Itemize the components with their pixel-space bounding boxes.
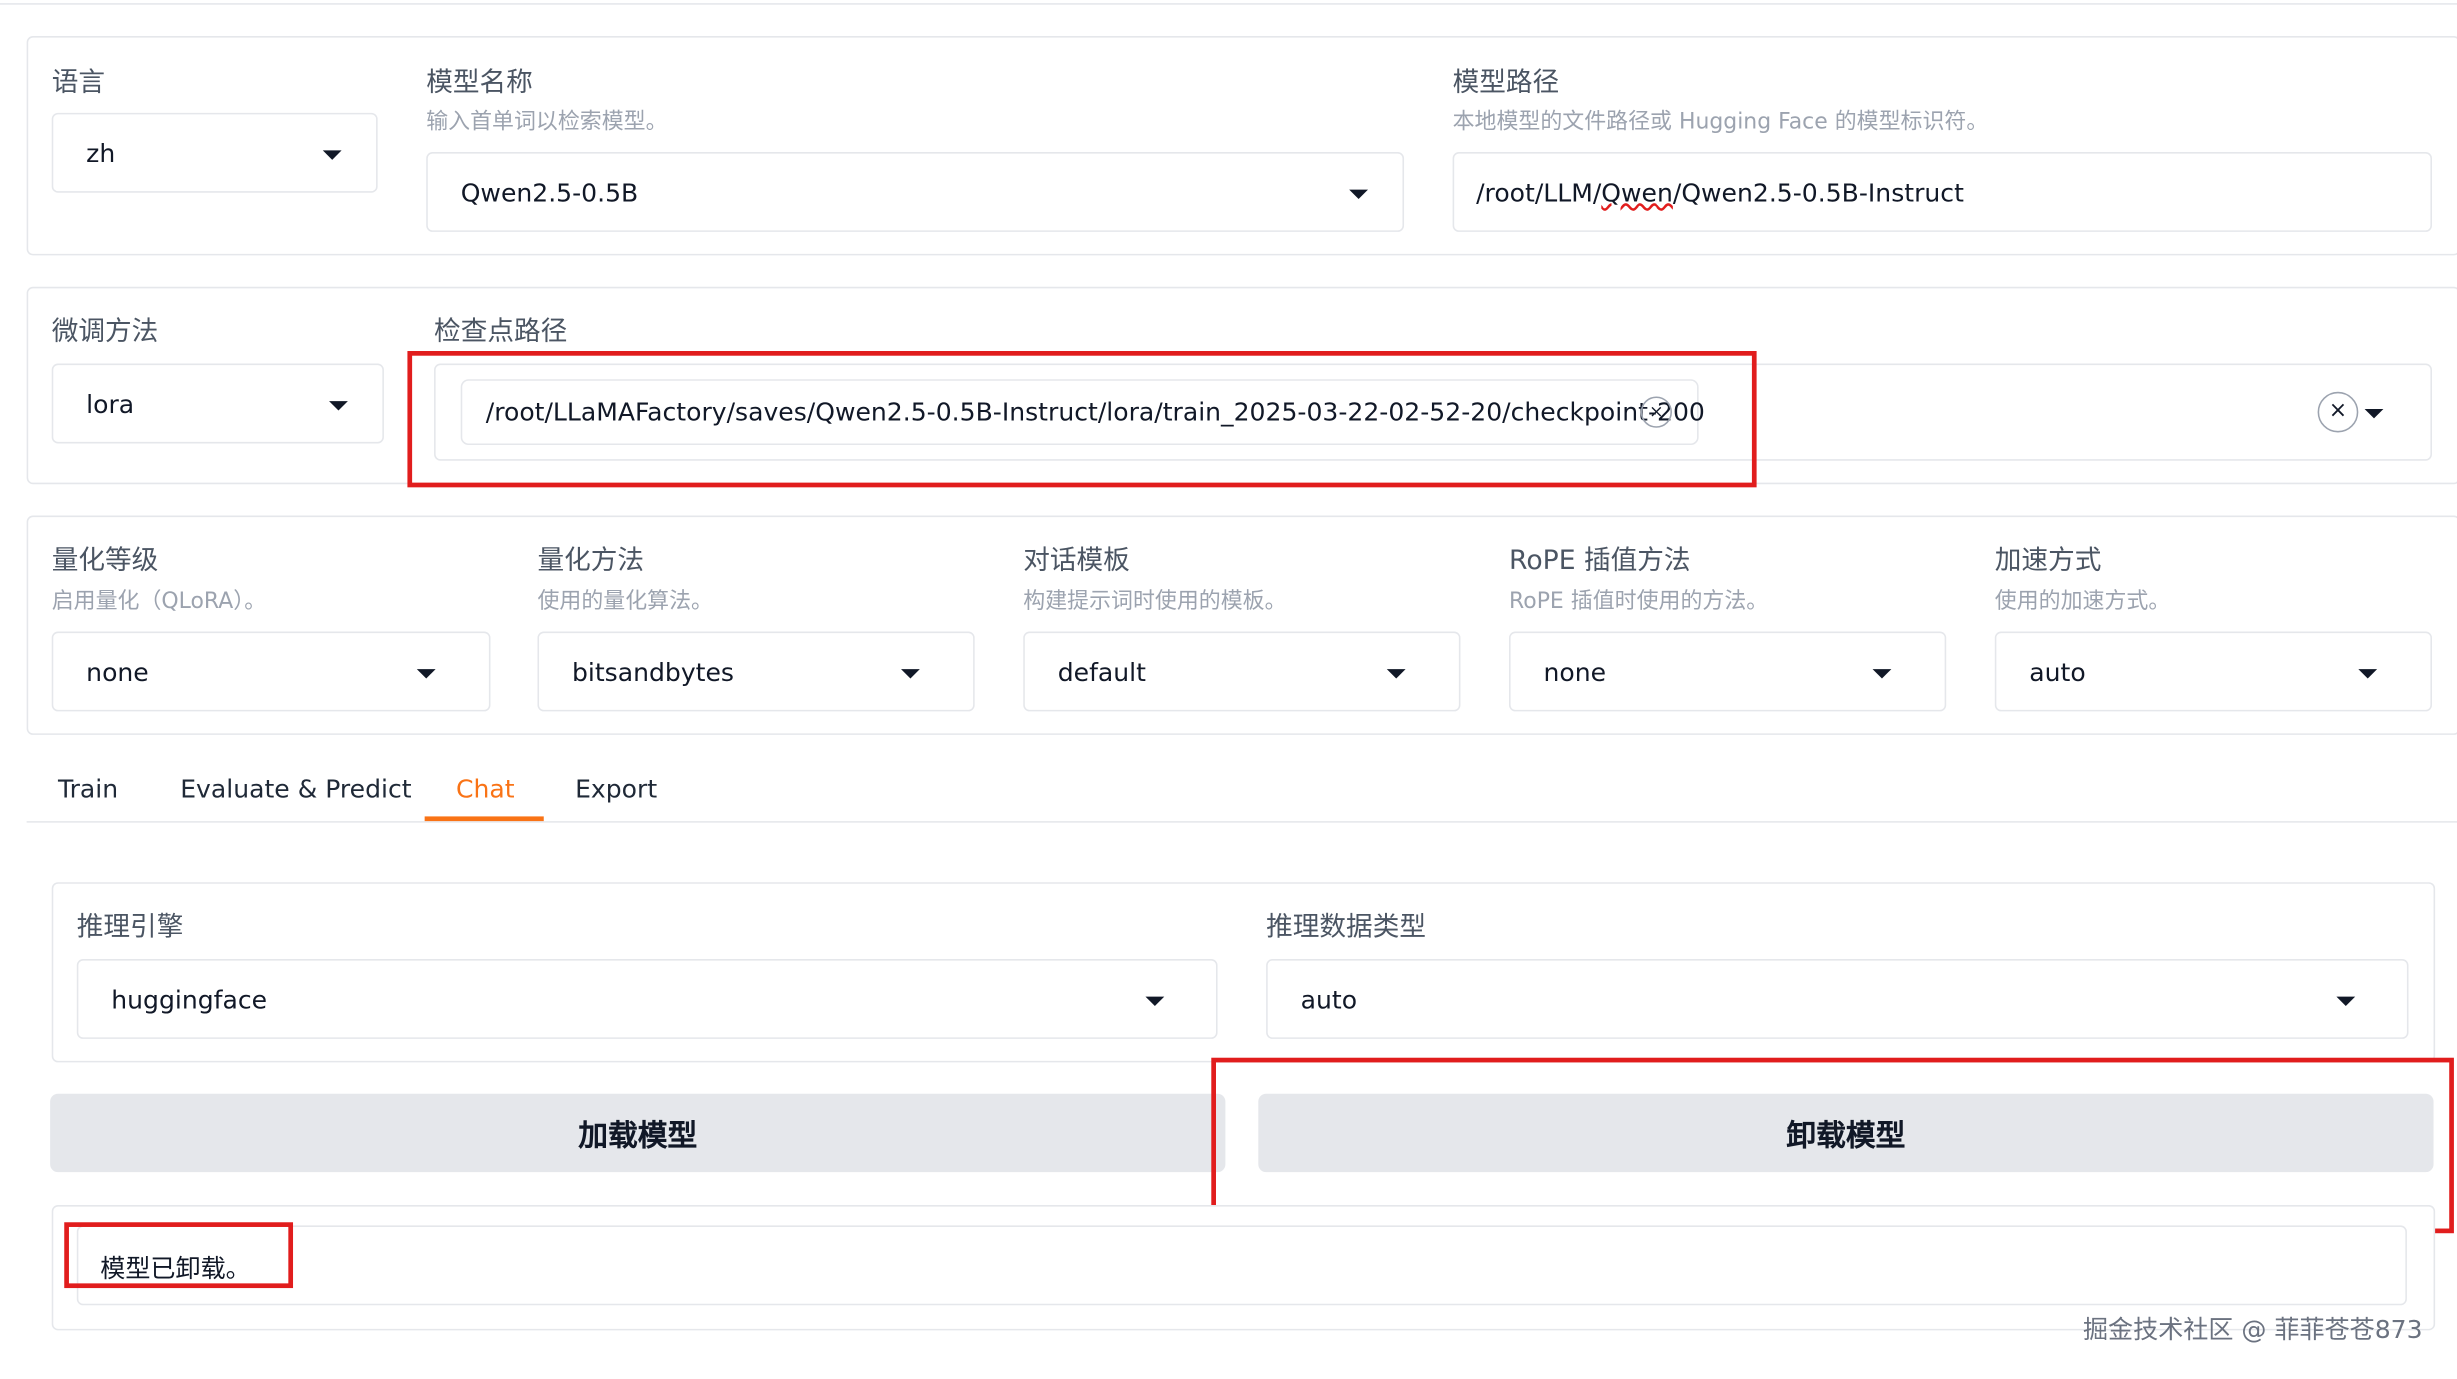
top-divider <box>0 3 2457 5</box>
model-name-value: Qwen2.5-0.5B <box>460 177 639 207</box>
quant-bit-value: none <box>86 656 149 687</box>
finetune-method-label: 微调方法 <box>51 316 159 348</box>
chevron-down-icon <box>1872 668 1892 678</box>
tab-bar: Train Evaluate & Predict Chat Export <box>26 765 2457 823</box>
quant-method-value: bitsandbytes <box>571 656 734 687</box>
template-hint: 构建提示词时使用的模板。 <box>1023 589 1287 615</box>
rope-label: RoPE 插值方法 <box>1509 545 1691 577</box>
infer-dtype-label: 推理数据类型 <box>1266 911 1426 944</box>
model-path-hint: 本地模型的文件路径或 Hugging Face 的模型标识符。 <box>1452 109 1989 135</box>
chevron-down-icon <box>1349 188 1368 199</box>
page: 语言 zh 模型名称 输入首单词以检索模型。 Qwen2.5-0.5B 模型路径… <box>0 0 2457 1379</box>
highlight-box-info <box>64 1222 294 1289</box>
chevron-down-icon <box>1145 995 1165 1006</box>
rope-hint: RoPE 插值时使用的方法。 <box>1509 589 1769 615</box>
model-path-value: /root/LLM/Qwen/Qwen2.5-0.5B-Instruct <box>1476 177 1964 207</box>
chevron-down-icon <box>2358 668 2378 678</box>
booster-dropdown[interactable]: auto <box>1994 631 2432 712</box>
finetune-method-dropdown[interactable]: lora <box>51 363 384 444</box>
quant-bit-dropdown[interactable]: none <box>51 631 491 712</box>
booster-value: auto <box>2029 656 2086 687</box>
language-dropdown[interactable]: zh <box>51 112 378 193</box>
infer-dtype-value: auto <box>1300 984 1358 1014</box>
quant-bit-label: 量化等级 <box>51 545 159 577</box>
tab-evaluate-predict[interactable]: Evaluate & Predict <box>180 774 411 804</box>
quant-method-label: 量化方法 <box>537 545 645 577</box>
load-model-button[interactable]: 加载模型 <box>50 1093 1226 1173</box>
quant-method-dropdown[interactable]: bitsandbytes <box>537 631 975 712</box>
tab-chat[interactable]: Chat <box>456 774 515 804</box>
infer-dtype-dropdown[interactable]: auto <box>1266 959 2409 1039</box>
booster-hint: 使用的加速方式。 <box>1994 589 2171 615</box>
clear-icon[interactable]: × <box>2317 391 2359 433</box>
watermark: 掘金技术社区 @ 菲菲苍苍873 <box>2082 1314 2423 1345</box>
chevron-down-icon <box>322 149 342 160</box>
chevron-down-icon <box>1386 668 1406 678</box>
infer-backend-dropdown[interactable]: huggingface <box>76 959 1218 1039</box>
finetune-method-value: lora <box>86 388 135 419</box>
language-label: 语言 <box>51 67 105 99</box>
model-path-label: 模型路径 <box>1452 67 1560 99</box>
active-tab-indicator <box>424 816 544 822</box>
infer-backend-value: huggingface <box>111 984 268 1014</box>
tab-train[interactable]: Train <box>58 774 118 804</box>
chevron-down-icon <box>416 668 436 678</box>
rope-dropdown[interactable]: none <box>1509 631 1947 712</box>
highlight-box-checkpoint <box>407 351 1757 488</box>
template-dropdown[interactable]: default <box>1023 631 1461 712</box>
chevron-down-icon <box>2364 408 2384 419</box>
tab-export[interactable]: Export <box>575 774 657 804</box>
chevron-down-icon <box>901 668 920 678</box>
checkpoint-label: 检查点路径 <box>434 316 568 348</box>
template-value: default <box>1057 656 1146 687</box>
template-label: 对话模板 <box>1023 545 1130 577</box>
info-textbox: 模型已卸载。 <box>76 1225 2407 1306</box>
quant-bit-hint: 启用量化（QLoRA）。 <box>51 589 267 615</box>
booster-label: 加速方式 <box>1994 545 2102 577</box>
chevron-down-icon <box>329 400 348 410</box>
model-path-input[interactable]: /root/LLM/Qwen/Qwen2.5-0.5B-Instruct <box>1452 151 2432 232</box>
model-name-dropdown[interactable]: Qwen2.5-0.5B <box>426 151 1405 232</box>
infer-backend-label: 推理引擎 <box>76 911 184 944</box>
model-name-hint: 输入首单词以检索模型。 <box>426 109 668 135</box>
rope-value: none <box>1543 656 1607 687</box>
model-name-label: 模型名称 <box>426 67 533 99</box>
chevron-down-icon <box>2336 995 2356 1006</box>
language-value: zh <box>86 137 116 168</box>
quant-method-hint: 使用的量化算法。 <box>537 589 713 615</box>
